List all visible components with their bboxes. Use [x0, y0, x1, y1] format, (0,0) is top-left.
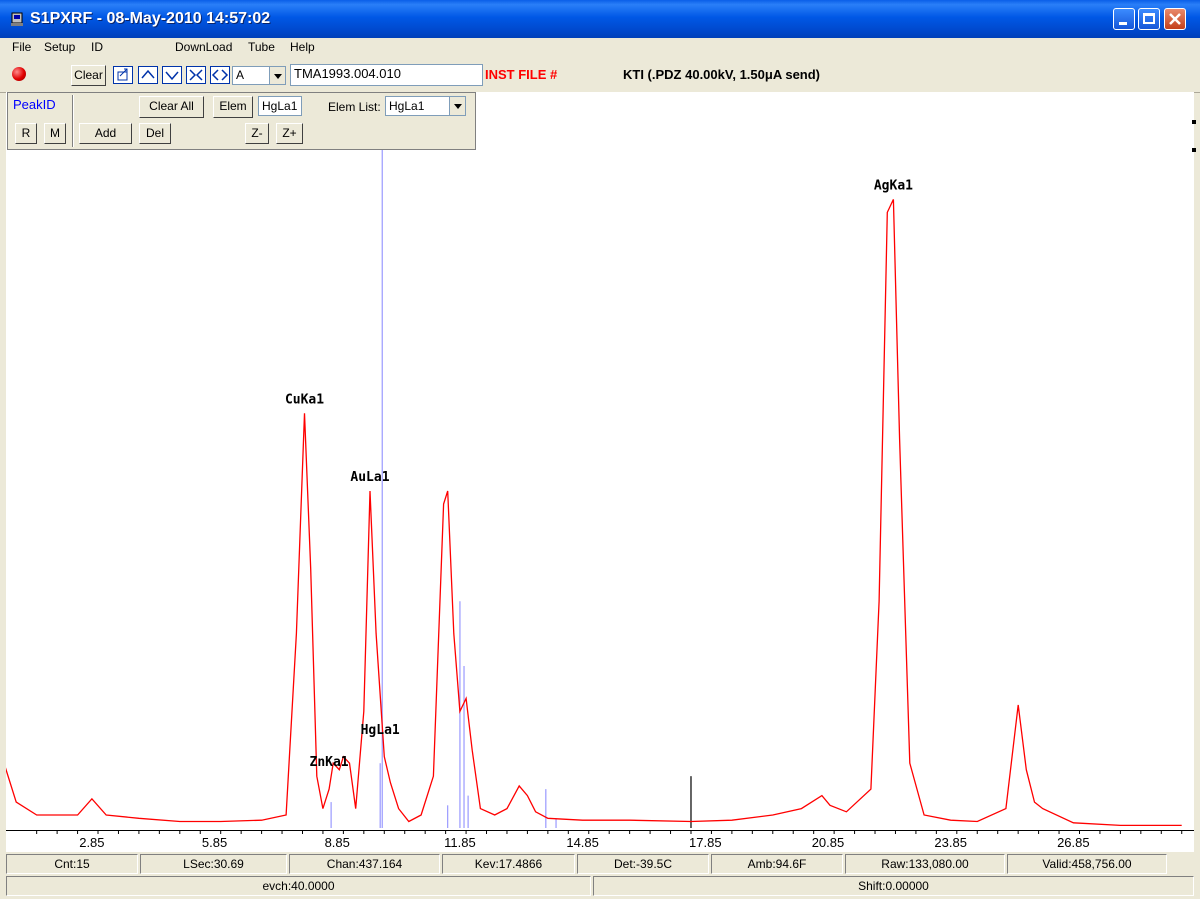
collapse-icon: [189, 69, 203, 81]
del-button[interactable]: Del: [139, 123, 171, 144]
dropdown-arrow-icon: [269, 67, 285, 84]
dropdown-arrow-icon: [449, 97, 465, 115]
export-button[interactable]: [113, 66, 133, 84]
inst-file-label: INST FILE #: [485, 67, 558, 82]
status-shift: Shift:0.00000: [593, 876, 1194, 896]
menu-id[interactable]: ID: [91, 40, 103, 54]
x-tick-label: 8.85: [325, 835, 350, 850]
menu-tube[interactable]: Tube: [248, 40, 275, 54]
peak-label: AgKa1: [874, 178, 913, 193]
chevron-down-icon: [165, 71, 179, 81]
status-amb: Amb:94.6F: [711, 854, 843, 874]
status-kev: Kev:17.4866: [442, 854, 575, 874]
menu-setup[interactable]: Setup: [44, 40, 75, 54]
scroll-marker: [1192, 148, 1196, 152]
minimize-button[interactable]: [1113, 8, 1135, 30]
x-tick-label: 20.85: [812, 835, 845, 850]
r-button[interactable]: R: [15, 123, 37, 144]
status-bar: Cnt:15 LSec:30.69 Chan:437.164 Kev:17.48…: [0, 852, 1200, 899]
menu-download[interactable]: DownLoad: [175, 40, 232, 54]
status-det: Det:-39.5C: [577, 854, 709, 874]
peak-id-title: PeakID: [13, 97, 56, 112]
expand-icon: [211, 69, 229, 81]
x-tick-label: 5.85: [202, 835, 227, 850]
close-icon: [1169, 13, 1181, 25]
status-valid: Valid:458,756.00: [1007, 854, 1167, 874]
mode-value: A: [236, 68, 245, 82]
spectrum-plot[interactable]: AgKa1 CuKa1 AuLa1 HgLa1 ZnKa1: [6, 150, 1194, 830]
maximize-button[interactable]: [1138, 8, 1160, 30]
x-tick-label: 17.85: [689, 835, 722, 850]
status-chan: Chan:437.164: [289, 854, 440, 874]
status-lsec: LSec:30.69: [140, 854, 287, 874]
peak-id-panel: PeakID R M Clear All Elem HgLa1 Elem Lis…: [7, 92, 476, 150]
export-icon: [117, 68, 128, 81]
x-tick-label: 11.85: [444, 835, 476, 850]
status-led-icon: [12, 67, 26, 81]
x-axis-ticks: 2.85 5.85 8.85 11.85 14.85 17.85 20.85 23.85 26.…: [6, 830, 1194, 850]
maximize-icon: [1143, 13, 1155, 24]
x-tick-label: 23.85: [934, 835, 967, 850]
window-title: S1PXRF - 08-May-2010 14:57:02: [30, 10, 271, 27]
mode-select[interactable]: A: [232, 66, 286, 85]
clear-all-button[interactable]: Clear All: [139, 96, 204, 118]
m-button[interactable]: M: [44, 123, 66, 144]
spectrum-chart[interactable]: AgKa1 CuKa1 AuLa1 HgLa1 ZnKa1: [6, 150, 1194, 830]
app-icon: [11, 12, 23, 26]
minimize-icon: [1119, 22, 1127, 25]
elem-list-select[interactable]: HgLa1: [385, 96, 466, 116]
menu-bar: File Setup ID DownLoad Tube Help: [0, 38, 1200, 58]
spectrum-line: [6, 199, 1182, 827]
app-window: S1PXRF - 08-May-2010 14:57:02 File Setup…: [0, 0, 1200, 899]
scale-down-button[interactable]: [162, 66, 182, 84]
status-cnt: Cnt:15: [6, 854, 138, 874]
scroll-marker: [1192, 120, 1196, 124]
chevron-up-icon: [141, 69, 155, 79]
peak-label: ZnKa1: [310, 755, 349, 770]
x-tick-label: 2.85: [79, 835, 104, 850]
toolbar: Clear A TMA1993.004.010 INST FILE # KTI …: [0, 58, 1200, 93]
x-axis: 2.85 5.85 8.85 11.85 14.85 17.85 20.85 23.85 26.…: [6, 830, 1194, 852]
menu-help[interactable]: Help: [290, 40, 315, 54]
elem-input[interactable]: HgLa1: [258, 96, 302, 116]
scale-up-button[interactable]: [138, 66, 158, 84]
peak-label: HgLa1: [361, 723, 400, 738]
sample-id-input[interactable]: TMA1993.004.010: [290, 64, 483, 86]
tube-info-label: KTI (.PDZ 40.00kV, 1.50μA send): [623, 67, 821, 82]
close-button[interactable]: [1164, 8, 1186, 30]
status-raw: Raw:133,080.00: [845, 854, 1005, 874]
status-evch: evch:40.0000: [6, 876, 591, 896]
zoom-out-button[interactable]: [210, 66, 230, 84]
title-bar[interactable]: S1PXRF - 08-May-2010 14:57:02: [0, 0, 1200, 38]
zoom-in-button[interactable]: [186, 66, 206, 84]
peak-label: AuLa1: [350, 470, 389, 485]
plot-area-top: [476, 92, 1194, 150]
elem-button[interactable]: Elem: [213, 96, 253, 118]
elem-list-value: HgLa1: [389, 99, 425, 113]
x-tick-label: 26.85: [1057, 835, 1090, 850]
add-button[interactable]: Add: [79, 123, 132, 144]
peak-label: CuKa1: [285, 392, 324, 407]
menu-file[interactable]: File: [12, 40, 31, 54]
panel-divider: [72, 95, 74, 147]
z-plus-button[interactable]: Z+: [276, 123, 303, 144]
x-tick-label: 14.85: [566, 835, 599, 850]
elem-list-label: Elem List:: [328, 100, 381, 114]
clear-button[interactable]: Clear: [71, 65, 106, 86]
z-minus-button[interactable]: Z-: [245, 123, 269, 144]
